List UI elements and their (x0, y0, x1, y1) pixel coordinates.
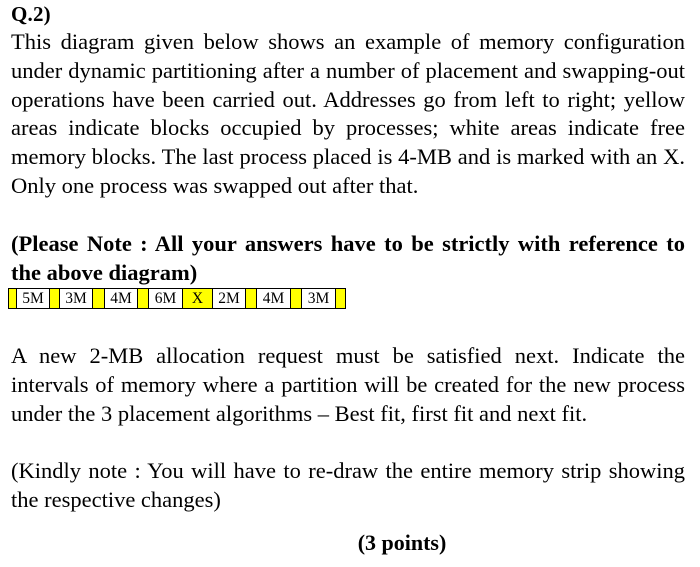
memory-block-label: X (191, 289, 204, 307)
memory-block-occupied-12 (291, 289, 302, 308)
memory-block-6m: 6M (149, 289, 183, 308)
memory-block-occupied-14 (336, 289, 345, 308)
task-text: A new 2-MB allocation request must be sa… (11, 343, 685, 426)
memory-block-occupied-4 (93, 289, 105, 308)
kindly-note-paragraph: (Kindly note : You will have to re-draw … (11, 457, 685, 515)
memory-block-occupied-2 (50, 289, 60, 308)
memory-block-label: 3M (307, 289, 330, 307)
memory-block-4m: 4M (105, 289, 138, 308)
intro-text: This diagram given below shows an exampl… (11, 29, 685, 198)
question-intro-paragraph: This diagram given below shows an exampl… (11, 28, 685, 201)
memory-block-label: 6M (154, 289, 177, 307)
memory-block-3m: 3M (60, 289, 93, 308)
memory-block-label: 2M (218, 289, 240, 307)
points-value: (3 points) (357, 530, 447, 555)
points-footer: (3 points) (0, 529, 700, 557)
memory-block-label: 4M (262, 289, 285, 307)
memory-block-label: 5M (22, 289, 44, 307)
allocation-task-paragraph: A new 2-MB allocation request must be sa… (11, 342, 685, 428)
document-page: Q.2) This diagram given below shows an e… (0, 0, 700, 567)
memory-block-x: X (183, 289, 213, 308)
note-text: (Please Note : All your answers have to … (11, 231, 685, 285)
memory-block-occupied-0 (9, 289, 17, 308)
memory-block-occupied-10 (246, 289, 257, 308)
memory-block-4m: 4M (257, 289, 291, 308)
memory-block-3m: 3M (302, 289, 336, 308)
memory-strip-diagram: 5M 3M 4M 6M X 2M 4M 3M (8, 288, 346, 309)
memory-block-5m: 5M (17, 289, 50, 308)
kindly-note-text: (Kindly note : You will have to re-draw … (11, 458, 685, 512)
memory-block-occupied-6 (138, 289, 149, 308)
question-label: Q.2) (11, 2, 51, 26)
please-note-paragraph: (Please Note : All your answers have to … (11, 230, 685, 288)
memory-block-label: 3M (65, 289, 87, 307)
memory-block-label: 4M (110, 289, 132, 307)
memory-block-2m: 2M (213, 289, 246, 308)
